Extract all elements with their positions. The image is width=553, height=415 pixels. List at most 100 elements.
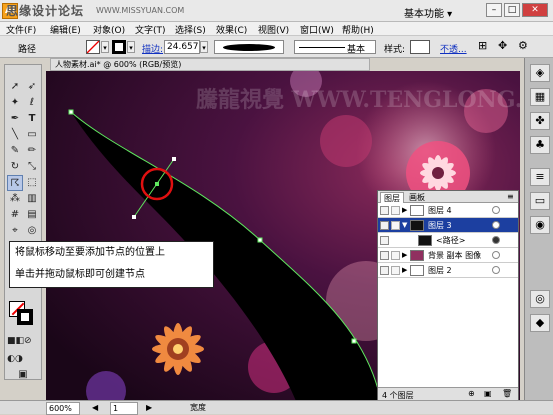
prev-artboard-icon[interactable]: ◀: [92, 402, 98, 413]
stroke-color-box[interactable]: [17, 309, 33, 325]
panel-menu-icon[interactable]: ≡: [504, 192, 517, 201]
stroke-swatch[interactable]: [112, 40, 126, 54]
new-sublayer-icon[interactable]: ▣: [484, 389, 492, 398]
drawing-mode-icon[interactable]: ◐◑: [7, 351, 23, 367]
tab-artboards[interactable]: 画板: [406, 192, 428, 203]
appearance-panel-icon[interactable]: ◎: [530, 290, 550, 308]
menu-edit[interactable]: 编辑(E): [50, 23, 81, 36]
menu-view[interactable]: 视图(V): [258, 23, 289, 36]
menu-object[interactable]: 对象(O): [93, 23, 125, 36]
anchor-new[interactable]: [155, 182, 159, 186]
lock-toggle[interactable]: [391, 266, 400, 275]
delete-layer-icon[interactable]: 🗑: [502, 389, 512, 398]
anchor-lower[interactable]: [351, 338, 357, 344]
layer-row[interactable]: ▶ 背景 副本 图像: [378, 248, 518, 263]
fill-swatch[interactable]: [86, 40, 100, 54]
blend-icon[interactable]: ◎: [24, 223, 40, 239]
menu-select[interactable]: 选择(S): [175, 23, 206, 36]
stroke-weight-input[interactable]: 24.657: [164, 40, 200, 54]
expand-triangle-icon[interactable]: ▶: [402, 266, 407, 274]
screen-mode-icon[interactable]: ▣: [15, 367, 31, 383]
pen-tool-icon[interactable]: ✒: [7, 111, 23, 127]
rotate-icon[interactable]: ↻: [7, 159, 23, 175]
scale-icon[interactable]: ⤡: [24, 159, 40, 175]
gradient-panel-icon[interactable]: ▭: [530, 192, 550, 210]
graphic-style-swatch[interactable]: [410, 40, 430, 54]
isolate-icon[interactable]: ⚙: [518, 39, 528, 52]
transform-icon[interactable]: ✥: [498, 39, 507, 52]
target-circle[interactable]: [492, 251, 500, 259]
menu-help[interactable]: 帮助(H): [342, 23, 374, 36]
magic-wand-icon[interactable]: ✦: [7, 95, 23, 111]
anchor-start[interactable]: [68, 109, 74, 115]
direct-selection-tool-icon[interactable]: ➶: [24, 79, 40, 95]
stroke-weight-dropdown[interactable]: ▾: [200, 41, 208, 53]
maximize-button[interactable]: □: [504, 3, 520, 17]
layer-row[interactable]: ▶ 图层 4: [378, 203, 518, 218]
brush-definition[interactable]: 基本: [294, 40, 376, 55]
mesh-icon[interactable]: #: [7, 207, 23, 223]
expand-triangle-icon[interactable]: ▼: [402, 221, 407, 229]
lock-toggle[interactable]: [391, 206, 400, 215]
menu-effect[interactable]: 效果(C): [216, 23, 247, 36]
layer-row[interactable]: ▼ 图层 3: [378, 218, 518, 233]
zoom-level-field[interactable]: 600%: [46, 402, 80, 415]
handle-right[interactable]: [172, 157, 176, 161]
workspace-switcher[interactable]: 基本功能 ▾: [404, 5, 452, 20]
layers-panel-icon[interactable]: ◆: [530, 314, 550, 332]
selection-tool-icon[interactable]: ➚: [7, 79, 23, 95]
paintbrush-icon[interactable]: ✎: [7, 143, 23, 159]
lasso-icon[interactable]: ℓ: [24, 95, 40, 111]
variable-width-profile[interactable]: [214, 40, 284, 54]
stroke-dropdown[interactable]: ▾: [127, 41, 135, 53]
rectangle-tool-icon[interactable]: ▭: [24, 127, 40, 143]
layer-row[interactable]: ▶ 图层 2: [378, 263, 518, 278]
visibility-toggle[interactable]: [380, 206, 389, 215]
handle-left[interactable]: [132, 215, 136, 219]
expand-triangle-icon[interactable]: ▶: [402, 206, 407, 214]
minimize-button[interactable]: –: [486, 3, 502, 17]
document-tab[interactable]: 人物素材.ai* @ 600% (RGB/预览): [50, 58, 370, 71]
fill-dropdown[interactable]: ▾: [101, 41, 109, 53]
color-panel-icon[interactable]: ◈: [530, 64, 550, 82]
brushes-panel-icon[interactable]: ✤: [530, 112, 550, 130]
graph-icon[interactable]: ▥: [24, 191, 40, 207]
visibility-toggle[interactable]: [380, 221, 389, 230]
symbol-sprayer-icon[interactable]: ⁂: [7, 191, 23, 207]
new-layer-icon[interactable]: ⊕: [468, 389, 475, 398]
menu-type[interactable]: 文字(T): [135, 23, 166, 36]
visibility-toggle[interactable]: [380, 266, 389, 275]
stroke-link[interactable]: 描边:: [142, 42, 163, 55]
pencil-icon[interactable]: ✏: [24, 143, 40, 159]
warp-icon[interactable]: ☈: [7, 175, 23, 191]
swatches-panel-icon[interactable]: ▦: [530, 88, 550, 106]
layer-row[interactable]: <路径>: [378, 233, 518, 248]
expand-triangle-icon[interactable]: ▶: [402, 251, 407, 259]
gradient-icon[interactable]: ▤: [24, 207, 40, 223]
target-circle[interactable]: [492, 221, 500, 229]
menu-file[interactable]: 文件(F): [6, 23, 36, 36]
next-artboard-icon[interactable]: ▶: [146, 402, 152, 413]
free-transform-icon[interactable]: ⬚: [24, 175, 40, 191]
eyedropper-icon[interactable]: ⌖: [7, 223, 23, 239]
close-button[interactable]: ✕: [522, 3, 548, 17]
lock-toggle[interactable]: [391, 221, 400, 230]
lock-toggle[interactable]: [391, 251, 400, 260]
visibility-toggle[interactable]: [380, 236, 389, 245]
transparency-panel-icon[interactable]: ◉: [530, 216, 550, 234]
target-circle[interactable]: [492, 266, 500, 274]
target-circle[interactable]: [492, 206, 500, 214]
line-tool-icon[interactable]: ╲: [7, 127, 23, 143]
artboard-number-field[interactable]: 1: [110, 402, 138, 415]
color-mode-icon[interactable]: ■◧⊘: [7, 333, 32, 349]
stroke-panel-icon[interactable]: ≡: [530, 168, 550, 186]
status-mode[interactable]: 宽度: [190, 402, 206, 413]
target-circle[interactable]: [492, 236, 500, 244]
menu-window[interactable]: 窗口(W): [300, 23, 334, 36]
anchor-middle[interactable]: [257, 237, 263, 243]
type-tool-icon[interactable]: T: [24, 111, 40, 127]
opacity-link[interactable]: 不透...: [440, 42, 467, 55]
visibility-toggle[interactable]: [380, 251, 389, 260]
symbols-panel-icon[interactable]: ♣: [530, 136, 550, 154]
align-icon[interactable]: ⊞: [478, 39, 487, 52]
